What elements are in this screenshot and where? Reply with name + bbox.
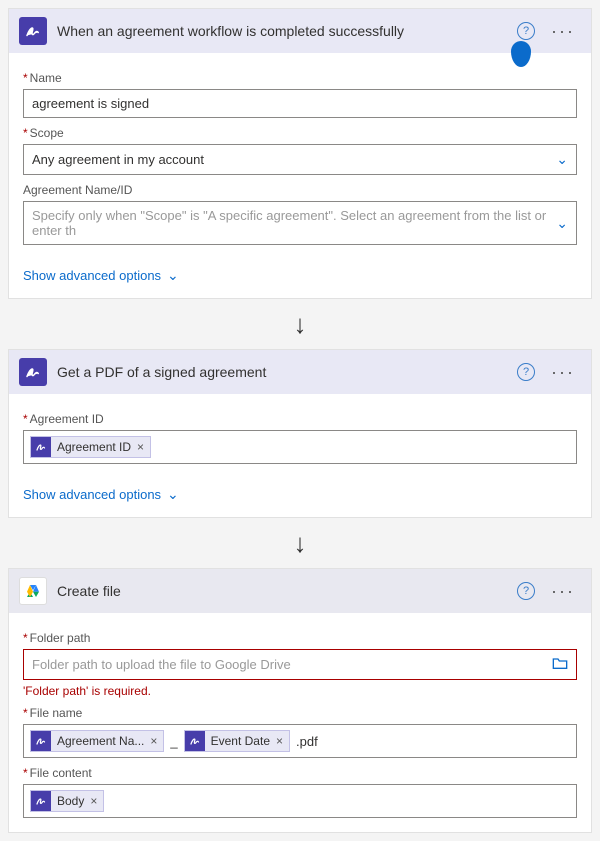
show-advanced-link[interactable]: Show advanced options⌄ xyxy=(9,259,193,298)
adobe-sign-icon xyxy=(31,791,51,811)
chevron-down-icon: ⌄ xyxy=(167,486,179,503)
flow-arrow: ↓ xyxy=(0,307,600,341)
folder-picker-icon[interactable] xyxy=(552,656,568,673)
adobe-sign-icon xyxy=(19,17,47,45)
remove-token-button[interactable]: × xyxy=(150,734,157,748)
more-menu-button[interactable]: ··· xyxy=(545,21,581,42)
help-icon[interactable]: ? xyxy=(517,363,535,381)
token-body[interactable]: Body × xyxy=(30,790,104,812)
agreement-id-label: Agreement Name/ID xyxy=(23,183,577,197)
adobe-sign-icon xyxy=(31,437,51,457)
scope-select[interactable]: Any agreement in my account ⌄ xyxy=(23,144,577,175)
filename-separator: _ xyxy=(168,734,179,749)
folder-path-error: 'Folder path' is required. xyxy=(23,684,577,698)
step3-body: *Folder path Folder path to upload the f… xyxy=(9,613,591,832)
step2-title: Get a PDF of a signed agreement xyxy=(57,364,507,380)
name-input[interactable] xyxy=(23,89,577,118)
step1-title: When an agreement workflow is completed … xyxy=(57,23,507,39)
name-label: *Name xyxy=(23,71,577,85)
adobe-sign-icon xyxy=(31,731,51,751)
remove-token-button[interactable]: × xyxy=(90,794,97,808)
token-agreement-id[interactable]: Agreement ID × xyxy=(30,436,151,458)
google-drive-icon xyxy=(19,577,47,605)
filename-extension: .pdf xyxy=(294,734,320,749)
step3-header[interactable]: Create file ? ··· xyxy=(9,569,591,613)
chevron-down-icon: ⌄ xyxy=(556,215,568,232)
folder-path-label: *Folder path xyxy=(23,631,577,645)
step3-title: Create file xyxy=(57,583,507,599)
agreement-id-input[interactable]: Agreement ID × xyxy=(23,430,577,464)
folder-path-input[interactable]: Folder path to upload the file to Google… xyxy=(23,649,577,680)
file-name-input[interactable]: Agreement Na... × _ Event Date × .pdf xyxy=(23,724,577,758)
file-name-label: *File name xyxy=(23,706,577,720)
step-trigger-card: When an agreement workflow is completed … xyxy=(8,8,592,299)
chevron-down-icon: ⌄ xyxy=(167,267,179,284)
remove-token-button[interactable]: × xyxy=(137,440,144,454)
adobe-sign-icon xyxy=(19,358,47,386)
scope-value: Any agreement in my account xyxy=(32,152,204,167)
show-advanced-link[interactable]: Show advanced options⌄ xyxy=(9,478,193,517)
step-get-pdf-card: Get a PDF of a signed agreement ? ··· *A… xyxy=(8,349,592,518)
agreement-id-label: *Agreement ID xyxy=(23,412,577,426)
help-icon[interactable]: ? xyxy=(517,582,535,600)
file-content-input[interactable]: Body × xyxy=(23,784,577,818)
step1-body: *Name *Scope Any agreement in my account… xyxy=(9,53,591,259)
token-event-date[interactable]: Event Date × xyxy=(184,730,290,752)
step-create-file-card: Create file ? ··· *Folder path Folder pa… xyxy=(8,568,592,833)
agreement-id-select[interactable]: Specify only when "Scope" is "A specific… xyxy=(23,201,577,245)
agreement-id-placeholder: Specify only when "Scope" is "A specific… xyxy=(32,208,556,238)
adobe-sign-icon xyxy=(185,731,205,751)
step2-body: *Agreement ID Agreement ID × xyxy=(9,394,591,478)
more-menu-button[interactable]: ··· xyxy=(545,581,581,602)
help-icon[interactable]: ? xyxy=(517,22,535,40)
flow-arrow: ↓ xyxy=(0,526,600,560)
scope-label: *Scope xyxy=(23,126,577,140)
step2-header[interactable]: Get a PDF of a signed agreement ? ··· xyxy=(9,350,591,394)
token-agreement-name[interactable]: Agreement Na... × xyxy=(30,730,164,752)
file-content-label: *File content xyxy=(23,766,577,780)
more-menu-button[interactable]: ··· xyxy=(545,362,581,383)
step1-header[interactable]: When an agreement workflow is completed … xyxy=(9,9,591,53)
chevron-down-icon: ⌄ xyxy=(556,151,568,168)
remove-token-button[interactable]: × xyxy=(276,734,283,748)
